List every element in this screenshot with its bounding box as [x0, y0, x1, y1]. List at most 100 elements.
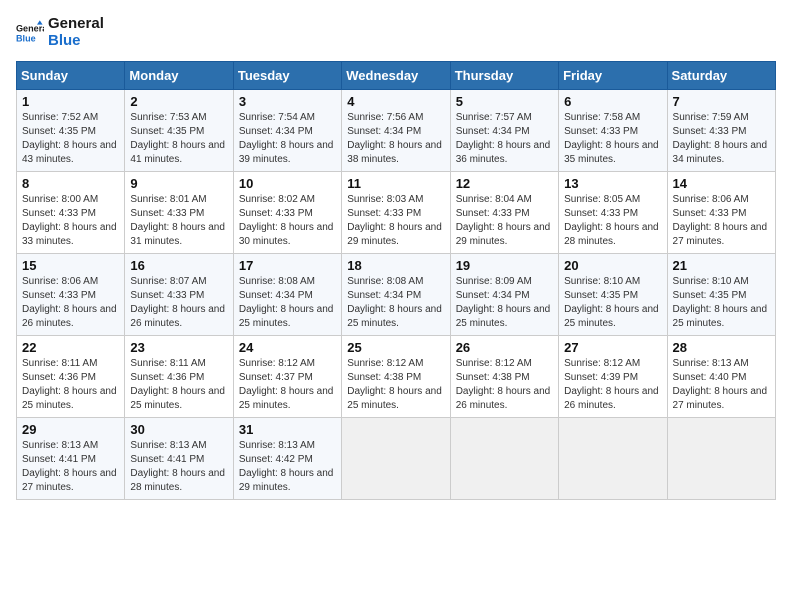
day-info: Sunrise: 7:52 AM Sunset: 4:35 PM Dayligh…	[22, 111, 119, 167]
calendar-cell: 26 Sunrise: 8:12 AM Sunset: 4:38 PM Dayl…	[450, 336, 558, 418]
day-number: 5	[456, 94, 553, 109]
calendar-cell: 7 Sunrise: 7:59 AM Sunset: 4:33 PM Dayli…	[667, 90, 775, 172]
day-info: Sunrise: 7:57 AM Sunset: 4:34 PM Dayligh…	[456, 111, 553, 167]
day-number: 27	[564, 340, 661, 355]
day-info: Sunrise: 8:13 AM Sunset: 4:42 PM Dayligh…	[239, 439, 336, 495]
calendar-cell: 17 Sunrise: 8:08 AM Sunset: 4:34 PM Dayl…	[233, 254, 341, 336]
day-info: Sunrise: 8:00 AM Sunset: 4:33 PM Dayligh…	[22, 193, 119, 249]
calendar-week-row: 22 Sunrise: 8:11 AM Sunset: 4:36 PM Dayl…	[17, 336, 776, 418]
day-info: Sunrise: 8:05 AM Sunset: 4:33 PM Dayligh…	[564, 193, 661, 249]
day-number: 6	[564, 94, 661, 109]
day-number: 11	[347, 176, 444, 191]
calendar-cell: 3 Sunrise: 7:54 AM Sunset: 4:34 PM Dayli…	[233, 90, 341, 172]
day-number: 25	[347, 340, 444, 355]
day-number: 17	[239, 258, 336, 273]
day-number: 10	[239, 176, 336, 191]
calendar-table: SundayMondayTuesdayWednesdayThursdayFrid…	[16, 61, 776, 500]
day-info: Sunrise: 8:12 AM Sunset: 4:38 PM Dayligh…	[456, 357, 553, 413]
day-info: Sunrise: 7:53 AM Sunset: 4:35 PM Dayligh…	[130, 111, 227, 167]
day-info: Sunrise: 8:12 AM Sunset: 4:39 PM Dayligh…	[564, 357, 661, 413]
day-info: Sunrise: 7:58 AM Sunset: 4:33 PM Dayligh…	[564, 111, 661, 167]
day-number: 2	[130, 94, 227, 109]
day-header-saturday: Saturday	[667, 62, 775, 90]
day-header-tuesday: Tuesday	[233, 62, 341, 90]
calendar-cell: 11 Sunrise: 8:03 AM Sunset: 4:33 PM Dayl…	[342, 172, 450, 254]
calendar-cell: 22 Sunrise: 8:11 AM Sunset: 4:36 PM Dayl…	[17, 336, 125, 418]
calendar-cell: 2 Sunrise: 7:53 AM Sunset: 4:35 PM Dayli…	[125, 90, 233, 172]
calendar-cell: 30 Sunrise: 8:13 AM Sunset: 4:41 PM Dayl…	[125, 418, 233, 500]
calendar-cell	[450, 418, 558, 500]
calendar-cell: 8 Sunrise: 8:00 AM Sunset: 4:33 PM Dayli…	[17, 172, 125, 254]
calendar-cell: 5 Sunrise: 7:57 AM Sunset: 4:34 PM Dayli…	[450, 90, 558, 172]
day-number: 26	[456, 340, 553, 355]
day-info: Sunrise: 8:08 AM Sunset: 4:34 PM Dayligh…	[239, 275, 336, 331]
calendar-cell: 24 Sunrise: 8:12 AM Sunset: 4:37 PM Dayl…	[233, 336, 341, 418]
day-number: 23	[130, 340, 227, 355]
day-number: 18	[347, 258, 444, 273]
day-number: 9	[130, 176, 227, 191]
day-header-thursday: Thursday	[450, 62, 558, 90]
calendar-cell	[667, 418, 775, 500]
calendar-cell: 23 Sunrise: 8:11 AM Sunset: 4:36 PM Dayl…	[125, 336, 233, 418]
day-number: 8	[22, 176, 119, 191]
day-info: Sunrise: 7:56 AM Sunset: 4:34 PM Dayligh…	[347, 111, 444, 167]
day-info: Sunrise: 8:12 AM Sunset: 4:38 PM Dayligh…	[347, 357, 444, 413]
calendar-cell	[559, 418, 667, 500]
calendar-cell: 21 Sunrise: 8:10 AM Sunset: 4:35 PM Dayl…	[667, 254, 775, 336]
day-number: 12	[456, 176, 553, 191]
day-info: Sunrise: 8:10 AM Sunset: 4:35 PM Dayligh…	[673, 275, 770, 331]
day-info: Sunrise: 7:54 AM Sunset: 4:34 PM Dayligh…	[239, 111, 336, 167]
day-info: Sunrise: 8:12 AM Sunset: 4:37 PM Dayligh…	[239, 357, 336, 413]
calendar-cell: 16 Sunrise: 8:07 AM Sunset: 4:33 PM Dayl…	[125, 254, 233, 336]
day-number: 19	[456, 258, 553, 273]
day-info: Sunrise: 8:06 AM Sunset: 4:33 PM Dayligh…	[673, 193, 770, 249]
day-number: 16	[130, 258, 227, 273]
calendar-cell: 6 Sunrise: 7:58 AM Sunset: 4:33 PM Dayli…	[559, 90, 667, 172]
calendar-cell: 29 Sunrise: 8:13 AM Sunset: 4:41 PM Dayl…	[17, 418, 125, 500]
calendar-cell: 4 Sunrise: 7:56 AM Sunset: 4:34 PM Dayli…	[342, 90, 450, 172]
day-number: 28	[673, 340, 770, 355]
day-number: 20	[564, 258, 661, 273]
calendar-cell: 19 Sunrise: 8:09 AM Sunset: 4:34 PM Dayl…	[450, 254, 558, 336]
day-header-friday: Friday	[559, 62, 667, 90]
day-number: 21	[673, 258, 770, 273]
day-header-wednesday: Wednesday	[342, 62, 450, 90]
day-number: 3	[239, 94, 336, 109]
calendar-header-row: SundayMondayTuesdayWednesdayThursdayFrid…	[17, 62, 776, 90]
page-header: General Blue General Blue	[16, 16, 776, 49]
day-info: Sunrise: 7:59 AM Sunset: 4:33 PM Dayligh…	[673, 111, 770, 167]
calendar-cell: 15 Sunrise: 8:06 AM Sunset: 4:33 PM Dayl…	[17, 254, 125, 336]
day-info: Sunrise: 8:13 AM Sunset: 4:41 PM Dayligh…	[22, 439, 119, 495]
day-info: Sunrise: 8:10 AM Sunset: 4:35 PM Dayligh…	[564, 275, 661, 331]
day-info: Sunrise: 8:11 AM Sunset: 4:36 PM Dayligh…	[130, 357, 227, 413]
calendar-cell: 12 Sunrise: 8:04 AM Sunset: 4:33 PM Dayl…	[450, 172, 558, 254]
calendar-cell	[342, 418, 450, 500]
day-number: 24	[239, 340, 336, 355]
day-info: Sunrise: 8:08 AM Sunset: 4:34 PM Dayligh…	[347, 275, 444, 331]
calendar-cell: 25 Sunrise: 8:12 AM Sunset: 4:38 PM Dayl…	[342, 336, 450, 418]
calendar-cell: 13 Sunrise: 8:05 AM Sunset: 4:33 PM Dayl…	[559, 172, 667, 254]
day-number: 29	[22, 422, 119, 437]
day-number: 4	[347, 94, 444, 109]
day-info: Sunrise: 8:07 AM Sunset: 4:33 PM Dayligh…	[130, 275, 227, 331]
calendar-cell: 20 Sunrise: 8:10 AM Sunset: 4:35 PM Dayl…	[559, 254, 667, 336]
calendar-cell: 28 Sunrise: 8:13 AM Sunset: 4:40 PM Dayl…	[667, 336, 775, 418]
calendar-cell: 1 Sunrise: 7:52 AM Sunset: 4:35 PM Dayli…	[17, 90, 125, 172]
day-number: 1	[22, 94, 119, 109]
day-number: 22	[22, 340, 119, 355]
calendar-cell: 9 Sunrise: 8:01 AM Sunset: 4:33 PM Dayli…	[125, 172, 233, 254]
calendar-week-row: 1 Sunrise: 7:52 AM Sunset: 4:35 PM Dayli…	[17, 90, 776, 172]
day-number: 14	[673, 176, 770, 191]
day-info: Sunrise: 8:06 AM Sunset: 4:33 PM Dayligh…	[22, 275, 119, 331]
calendar-week-row: 15 Sunrise: 8:06 AM Sunset: 4:33 PM Dayl…	[17, 254, 776, 336]
calendar-cell: 14 Sunrise: 8:06 AM Sunset: 4:33 PM Dayl…	[667, 172, 775, 254]
day-info: Sunrise: 8:09 AM Sunset: 4:34 PM Dayligh…	[456, 275, 553, 331]
day-number: 30	[130, 422, 227, 437]
calendar-week-row: 29 Sunrise: 8:13 AM Sunset: 4:41 PM Dayl…	[17, 418, 776, 500]
day-number: 15	[22, 258, 119, 273]
calendar-week-row: 8 Sunrise: 8:00 AM Sunset: 4:33 PM Dayli…	[17, 172, 776, 254]
day-info: Sunrise: 8:01 AM Sunset: 4:33 PM Dayligh…	[130, 193, 227, 249]
day-info: Sunrise: 8:13 AM Sunset: 4:41 PM Dayligh…	[130, 439, 227, 495]
calendar-cell: 10 Sunrise: 8:02 AM Sunset: 4:33 PM Dayl…	[233, 172, 341, 254]
day-header-sunday: Sunday	[17, 62, 125, 90]
